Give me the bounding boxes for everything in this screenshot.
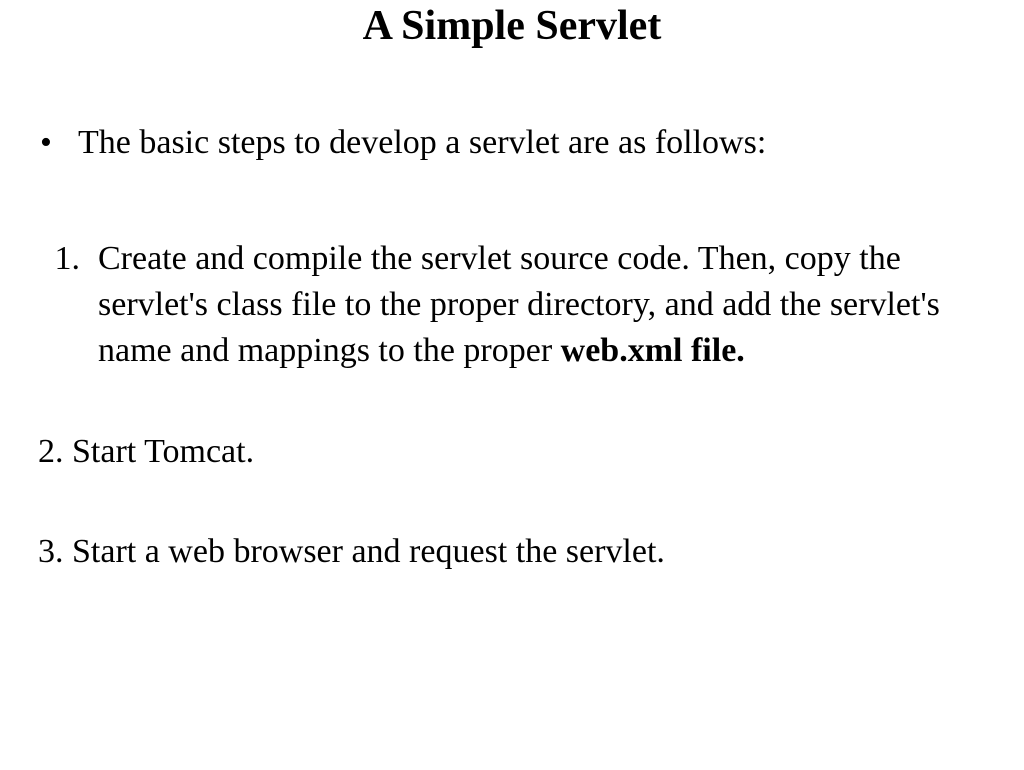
- intro-text: The basic steps to develop a servlet are…: [78, 120, 994, 166]
- step-3: 3. Start a web browser and request the s…: [30, 529, 994, 575]
- intro-bullet-item: • The basic steps to develop a servlet a…: [30, 120, 994, 166]
- step-2: 2. Start Tomcat.: [30, 429, 994, 475]
- step-1-number: 1.: [30, 236, 98, 374]
- bullet-marker: •: [30, 120, 78, 166]
- step-1-text: Create and compile the servlet source co…: [98, 236, 994, 374]
- step-1-text-a: Create and compile the servlet source co…: [98, 240, 940, 369]
- slide-title: A Simple Servlet: [30, 2, 994, 50]
- step-1: 1. Create and compile the servlet source…: [30, 236, 994, 374]
- step-1-text-bold: web.xml file.: [561, 332, 745, 369]
